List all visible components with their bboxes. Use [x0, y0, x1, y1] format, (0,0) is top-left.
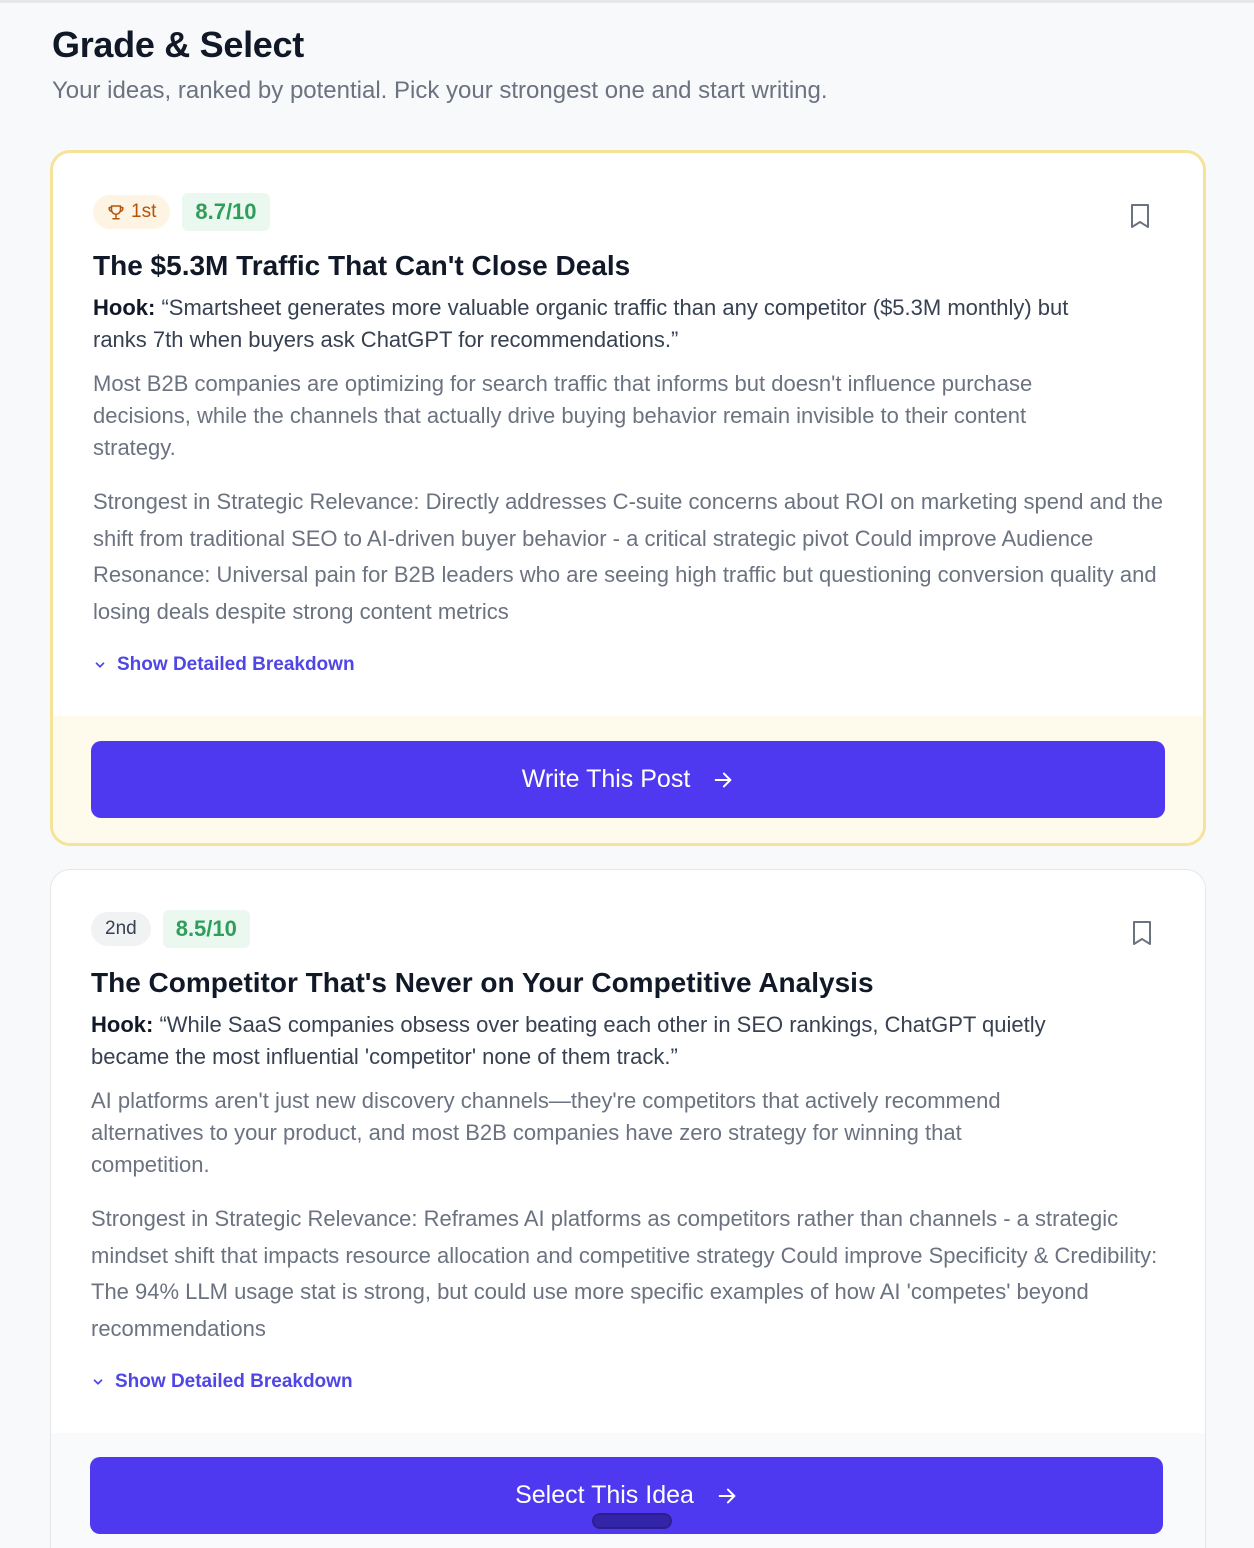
rank-badge: 2nd — [91, 912, 151, 946]
idea-description: Most B2B companies are optimizing for se… — [93, 371, 1033, 460]
trophy-icon — [108, 205, 124, 220]
scroll-handle[interactable] — [592, 1513, 672, 1529]
page-subtitle: Your ideas, ranked by potential. Pick yo… — [52, 77, 828, 104]
rank-label: 2nd — [105, 918, 137, 939]
page-title: Grade & Select — [52, 24, 304, 65]
show-breakdown-toggle[interactable]: Show Detailed Breakdown — [91, 1368, 353, 1396]
top-divider — [0, 0, 1254, 3]
hook-label: Hook: — [93, 295, 156, 320]
chevron-down-icon — [93, 1379, 103, 1385]
score-badge: 8.5/10 — [162, 910, 250, 948]
idea-card-2: 2nd 8.5/10 The Competitor That's Never o… — [50, 869, 1206, 1548]
toggle-label: Show Detailed Breakdown — [115, 1371, 353, 1392]
idea-badges: 1st 8.7/10 — [93, 193, 1163, 231]
idea-badges: 2nd 8.5/10 — [91, 910, 1165, 948]
rank-label: 1st — [131, 201, 157, 222]
grade-select-page: Grade & Select Your ideas, ranked by pot… — [0, 0, 1254, 1548]
idea-title: The $5.3M Traffic That Can't Close Deals — [93, 250, 631, 281]
hook-text: “While SaaS companies obsess over beatin… — [91, 1012, 1046, 1069]
idea-card-body: 1st 8.7/10 The $5.3M Traffic That Can't … — [53, 153, 1203, 679]
arrow-right-icon — [714, 772, 732, 787]
score-badge: 8.7/10 — [182, 193, 270, 231]
write-this-post-button[interactable]: Write This Post — [91, 741, 1165, 818]
bookmark-icon[interactable] — [1131, 920, 1153, 946]
idea-analysis: Strongest in Strategic Relevance: Refram… — [91, 1206, 1158, 1341]
idea-description: AI platforms aren't just new discovery c… — [91, 1088, 1001, 1177]
hook-label: Hook: — [91, 1012, 154, 1037]
idea-card-body: 2nd 8.5/10 The Competitor That's Never o… — [51, 870, 1205, 1396]
cta-label: Select This Idea — [515, 1481, 694, 1509]
idea-analysis: Strongest in Strategic Relevance: Direct… — [93, 489, 1163, 624]
cta-label: Write This Post — [521, 765, 691, 793]
bookmark-icon[interactable] — [1129, 203, 1151, 229]
idea-hook: Hook: “While SaaS companies obsess over … — [91, 1009, 1101, 1073]
arrow-right-icon — [718, 1488, 736, 1503]
show-breakdown-toggle[interactable]: Show Detailed Breakdown — [93, 651, 355, 679]
idea-card-footer: Write This Post — [53, 716, 1203, 843]
page-header: Grade & Select Your ideas, ranked by pot… — [52, 24, 828, 106]
toggle-label: Show Detailed Breakdown — [117, 654, 355, 675]
idea-card-footer: Select This Idea — [51, 1433, 1205, 1548]
idea-card-1: 1st 8.7/10 The $5.3M Traffic That Can't … — [50, 150, 1206, 846]
idea-title: The Competitor That's Never on Your Comp… — [91, 967, 874, 998]
hook-text: “Smartsheet generates more valuable orga… — [93, 295, 1069, 352]
rank-badge: 1st — [93, 195, 171, 229]
chevron-down-icon — [95, 662, 105, 668]
idea-hook: Hook: “Smartsheet generates more valuabl… — [93, 292, 1103, 356]
